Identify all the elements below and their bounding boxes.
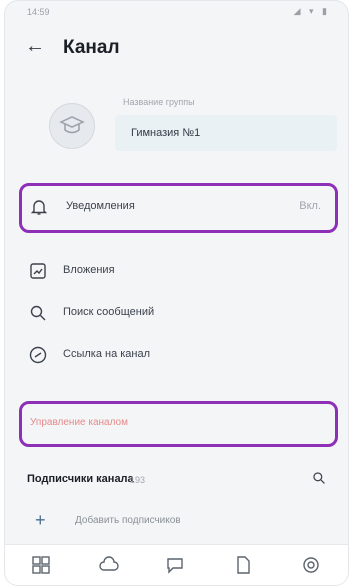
chat-icon[interactable] [165,555,185,575]
manage-channel-label: Управление каналом [30,417,128,428]
phone-frame: 14:59 ◢ ▾ ▮ ← Канал Название группы Гимн… [4,0,349,586]
plus-icon: + [35,510,46,530]
media-label: Вложения [63,264,115,276]
channel-avatar[interactable] [49,103,95,149]
notifications-label: Уведомления [66,200,135,212]
status-time: 14:59 [27,7,50,17]
channel-link-row[interactable]: Ссылка на канал [23,339,330,371]
subscribers-title: Подписчики канала [27,473,134,485]
image-icon [30,263,46,279]
add-subscribers-label: Добавить подписчиков [75,515,181,526]
bottom-tab-bar [5,544,348,585]
document-icon[interactable] [233,555,253,575]
notifications-value: Вкл. [299,200,321,212]
subscribers-count: 193 [130,475,146,485]
channel-name-input[interactable]: Гимназия №1 [115,115,337,151]
search-icon [30,305,46,321]
bell-icon [30,200,48,215]
status-bar: 14:59 ◢ ▾ ▮ [5,1,348,23]
graduation-cap-icon [59,116,85,134]
back-arrow-icon[interactable]: ← [25,35,45,58]
channel-link-label: Ссылка на канал [63,348,151,360]
grid-icon[interactable] [31,555,51,575]
channel-name-value: Гимназия №1 [131,127,201,139]
settings-icon[interactable] [301,555,321,575]
header: ← Канал [5,27,348,71]
manage-channel-row[interactable]: Управление каналом [19,401,338,447]
cloud-icon[interactable] [99,555,119,575]
media-row[interactable]: Вложения [23,255,330,287]
page-title: Канал [63,37,120,58]
channel-name-label: Название группы [123,97,195,107]
status-icons: ◢ ▾ ▮ [293,6,330,16]
notifications-row[interactable]: Уведомления Вкл. [19,183,338,233]
link-icon [29,346,47,364]
search-messages-label: Поиск сообщений [63,306,155,318]
search-messages-row[interactable]: Поиск сообщений [23,297,330,329]
subscribers-search-icon[interactable] [312,471,326,485]
